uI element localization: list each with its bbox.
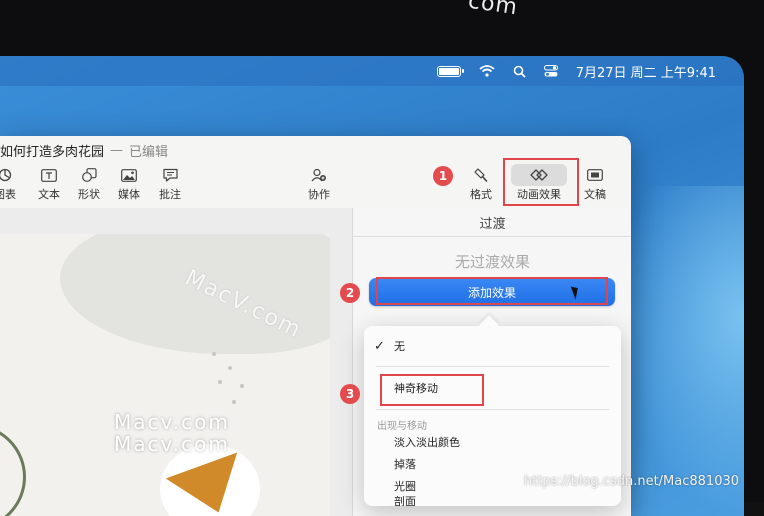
chart-icon (0, 164, 12, 186)
format-brush-icon (474, 164, 488, 186)
wifi-icon[interactable] (479, 65, 495, 77)
menubar: 7月27日 周二 上午9:41 (0, 56, 744, 86)
menu-item-fade-color[interactable]: 淡入淡出颜色 (364, 432, 621, 452)
toolbar-format-label: 格式 (470, 188, 492, 201)
no-transition-label: 无过渡效果 (454, 253, 530, 271)
toolbar-comment-button[interactable]: 批注 (159, 164, 181, 202)
checkmark-icon: ✓ (374, 338, 385, 354)
collaborate-icon (311, 164, 327, 186)
toolbar-text-label: 文本 (38, 188, 60, 201)
toolbar-collaborate-button[interactable]: 协作 (308, 164, 330, 202)
step-badge-3: 3 (340, 384, 360, 404)
step-badge-1: 1 (433, 166, 453, 186)
slide-circle-shape[interactable] (0, 424, 26, 516)
search-icon[interactable] (513, 65, 526, 78)
callout-box-animate (503, 158, 579, 206)
callout-box-magic-move (380, 374, 484, 406)
menu-separator (376, 409, 609, 410)
menu-item-drop-label: 掉落 (394, 458, 416, 471)
menu-section-appear-move: 出现与移动 (377, 420, 427, 432)
slide-dot (232, 400, 236, 404)
menu-section-header: 出现与移动 (364, 414, 621, 434)
menu-separator (376, 366, 609, 367)
toolbar-comment-label: 批注 (159, 188, 181, 201)
toolbar-format-button[interactable]: 格式 (470, 164, 492, 202)
wallpaper-glow (614, 186, 744, 516)
text-box-icon (41, 164, 57, 186)
slide-dot (228, 366, 232, 370)
toolbar-media-label: 媒体 (118, 188, 140, 201)
battery-icon[interactable] (436, 65, 464, 77)
edited-status: 已编辑 (129, 144, 169, 160)
document-title: 如何打造多肉花园 (0, 144, 105, 160)
toolbar-chart-label: 图表 (0, 188, 16, 201)
shape-icon (81, 164, 97, 186)
slide-dot (212, 352, 216, 356)
step-badge-2: 2 (340, 283, 360, 303)
callout-box-add-effect (376, 277, 608, 305)
menu-item-drop[interactable]: 掉落 (364, 454, 621, 474)
toolbar-shape-label: 形状 (78, 188, 100, 201)
slide-canvas[interactable] (0, 234, 330, 516)
menu-item-partial[interactable]: 剖面 (364, 496, 621, 506)
slide-dot (218, 380, 222, 384)
toolbar-document-button[interactable]: 文稿 (584, 164, 606, 202)
toolbar-shape-button[interactable]: 形状 (78, 164, 100, 202)
menubar-datetime[interactable]: 7月27日 周二 上午9:41 (576, 62, 716, 81)
toolbar-text-button[interactable]: 文本 (38, 164, 60, 202)
menu-item-partial-label: 剖面 (394, 496, 416, 506)
tab-transition[interactable]: 过渡 (353, 208, 631, 237)
watermark-line-1: Macv.com (114, 410, 230, 434)
media-icon (121, 164, 137, 186)
control-center-icon[interactable] (543, 65, 558, 77)
menu-item-none[interactable]: ✓ 无 (364, 336, 621, 356)
toolbar-collaborate-label: 协作 (308, 188, 330, 201)
toolbar-media-button[interactable]: 媒体 (118, 164, 140, 202)
title-separator: — (110, 142, 124, 158)
menu-item-none-label: 无 (394, 340, 405, 353)
watermark-line-2: Macv.com (114, 432, 230, 456)
menu-item-fade-color-label: 淡入淡出颜色 (394, 436, 460, 449)
toolbar-chart-button[interactable]: 图表 (0, 164, 16, 202)
comment-icon (162, 164, 178, 186)
slide-dot (240, 384, 244, 388)
document-icon (587, 164, 603, 186)
watermark-blog-url: https://blog.csdn.net/Mac881030 (524, 474, 740, 489)
toolbar-document-label: 文稿 (584, 188, 606, 201)
menu-item-iris-label: 光圈 (394, 480, 416, 493)
